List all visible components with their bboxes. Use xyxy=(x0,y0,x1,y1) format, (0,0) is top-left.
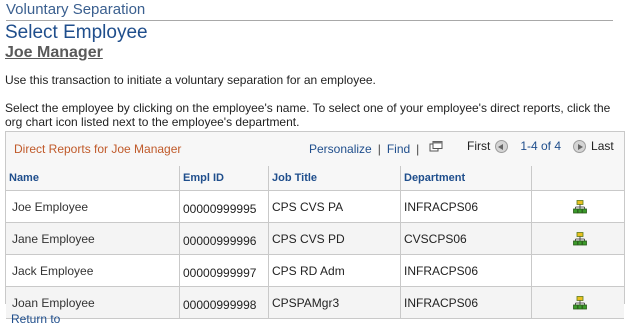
column-header-job-title[interactable]: Job Title xyxy=(268,166,401,191)
title-divider xyxy=(6,20,613,21)
view-all-icon[interactable] xyxy=(429,140,443,152)
breadcrumb-title: Voluntary Separation xyxy=(6,1,146,18)
department-cell: INFRACPS06 xyxy=(400,286,532,319)
employee-table: Name Empl ID Job Title Department Joe Em… xyxy=(6,166,624,319)
column-header-emplid[interactable]: Empl ID xyxy=(179,166,269,191)
job-title-cell: CPS CVS PA xyxy=(268,190,401,223)
column-header-org-chart xyxy=(531,166,624,191)
org-chart-cell xyxy=(531,254,624,287)
org-chart-cell xyxy=(531,286,624,319)
tool-separator-2: | xyxy=(416,142,420,156)
personalize-link[interactable]: Personalize xyxy=(309,142,372,156)
job-title-cell: CPS RD Adm xyxy=(268,254,401,287)
first-label: First xyxy=(467,139,491,153)
table-header-row: Name Empl ID Job Title Department xyxy=(6,166,624,191)
org-chart-icon[interactable] xyxy=(573,199,587,214)
empl-id-cell: 00000999995 xyxy=(179,190,269,223)
instructions-line-1: Use this transaction to initiate a volun… xyxy=(5,73,376,87)
job-title-cell: CPSPAMgr3 xyxy=(268,286,401,319)
previous-arrow-icon[interactable] xyxy=(495,139,509,153)
tool-separator: | xyxy=(377,142,381,156)
department-cell: INFRACPS06 xyxy=(400,254,532,287)
table-row: Jack Employee 00000999997 CPS RD Adm INF… xyxy=(6,254,624,287)
empl-id-cell: 00000999996 xyxy=(179,222,269,255)
department-cell: INFRACPS06 xyxy=(400,190,532,223)
org-chart-cell xyxy=(531,190,624,223)
grid-tools: Personalize | Find | xyxy=(309,140,443,156)
page-range: 1-4 of 4 xyxy=(520,139,562,153)
column-header-name[interactable]: Name xyxy=(6,166,180,191)
find-link[interactable]: Find xyxy=(387,142,410,156)
grid-pagination: First 1-4 of 4 Last xyxy=(467,139,614,153)
employee-name-link[interactable]: Joe Employee xyxy=(6,190,180,223)
last-label: Last xyxy=(591,139,614,153)
org-chart-icon[interactable] xyxy=(573,295,587,310)
department-cell: CVSCPS06 xyxy=(400,222,532,255)
grid-caption: Direct Reports for Joe Manager xyxy=(14,142,182,156)
employee-name-link[interactable]: Jane Employee xyxy=(6,222,180,255)
next-arrow-icon[interactable] xyxy=(573,139,587,153)
column-header-department[interactable]: Department xyxy=(400,166,532,191)
table-row: Jane Employee 00000999996 CPS CVS PD CVS… xyxy=(6,222,624,255)
empl-id-cell: 00000999998 xyxy=(179,286,269,319)
org-chart-icon[interactable] xyxy=(573,231,587,246)
return-to-link[interactable]: Return to xyxy=(11,312,60,326)
table-row: Joan Employee 00000999998 CPSPAMgr3 INFR… xyxy=(6,286,624,319)
page-title: Select Employee xyxy=(5,22,148,43)
manager-name: Joe Manager xyxy=(5,44,103,61)
grid-toolbar: Direct Reports for Joe Manager Personali… xyxy=(6,132,624,167)
instructions-line-2: Select the employee by clicking on the e… xyxy=(5,101,611,129)
empl-id-cell: 00000999997 xyxy=(179,254,269,287)
employee-name-link[interactable]: Jack Employee xyxy=(6,254,180,287)
direct-reports-grid: Direct Reports for Joe Manager Personali… xyxy=(5,131,625,319)
org-chart-cell xyxy=(531,222,624,255)
table-row: Joe Employee 00000999995 CPS CVS PA INFR… xyxy=(6,190,624,223)
job-title-cell: CPS CVS PD xyxy=(268,222,401,255)
